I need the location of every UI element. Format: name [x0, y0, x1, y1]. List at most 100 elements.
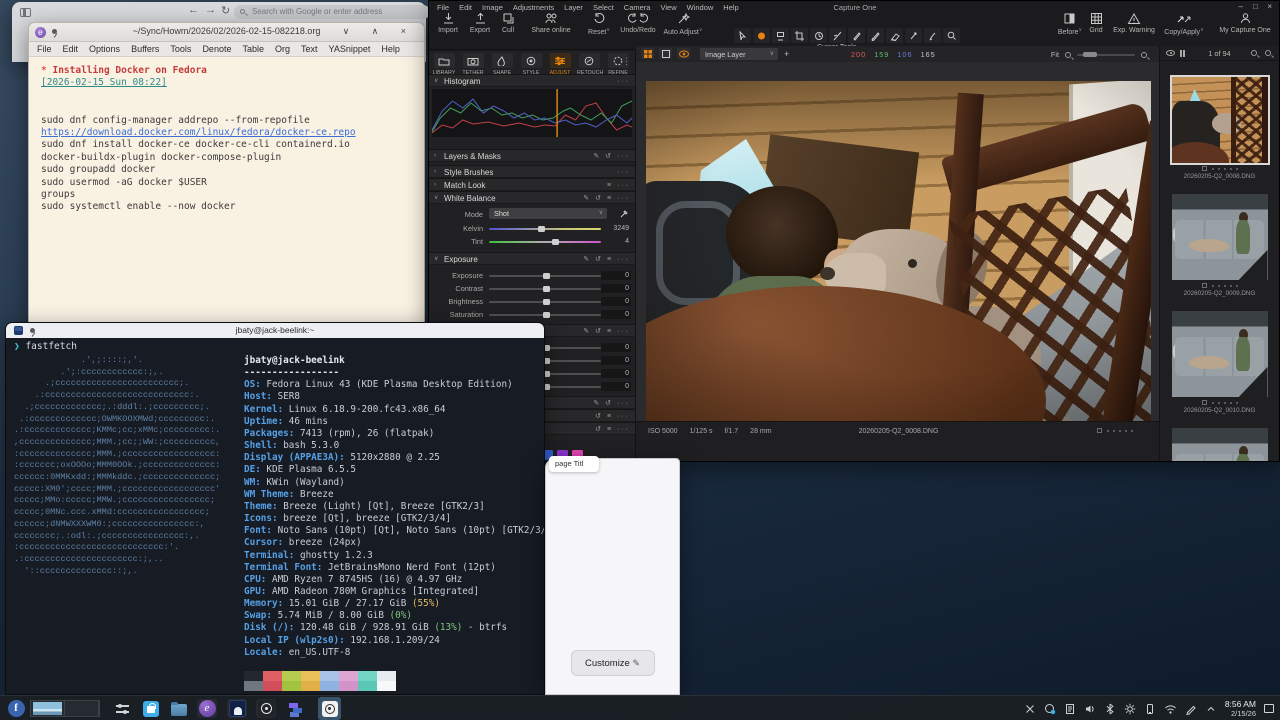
zoom-slider[interactable] [1077, 54, 1135, 56]
filter-loupe-icon[interactable] [1251, 50, 1257, 56]
thumbnail-item[interactable]: 20260205-Q2_0008.DNG [1168, 77, 1272, 180]
emacs-menu-item[interactable]: Options [89, 44, 120, 54]
minimize-button[interactable]: – [1239, 2, 1243, 11]
taskbar-blocks-app[interactable] [286, 699, 306, 718]
thumb-star-rating[interactable] [1212, 402, 1238, 404]
fit-label[interactable]: Fit [1051, 50, 1059, 59]
share-online-button[interactable]: Share online [525, 12, 577, 34]
emacs-menu-item[interactable]: Help [381, 44, 400, 54]
edit-icon[interactable]: ✎ [593, 153, 601, 160]
tray-clipboard-icon[interactable] [1064, 703, 1076, 715]
layer-grid-icon[interactable] [641, 48, 654, 59]
photo-main[interactable] [646, 81, 1151, 421]
thumb-checkbox[interactable] [1202, 283, 1207, 288]
taskbar-rings-app[interactable] [256, 699, 276, 718]
desktop-2[interactable] [65, 701, 99, 716]
thumbnail-item[interactable]: 20260205-Q2_0009.DNG [1168, 194, 1272, 297]
white-balance-header[interactable]: ∨White Balance✎ ↺ ≡ ··· [429, 191, 635, 204]
menu-item[interactable]: Layer [564, 3, 583, 12]
copy-apply-button[interactable]: Copy/Apply∨ [1161, 12, 1207, 36]
tab-shape[interactable]: SHAPE [489, 51, 515, 76]
slider-row[interactable]: Contrast0 [429, 282, 635, 295]
taskbar-capture-one-active[interactable] [318, 697, 341, 720]
cursor-tool-brush[interactable] [924, 28, 941, 43]
menu-item[interactable]: Help [723, 3, 738, 12]
thumb-checkbox[interactable] [1202, 166, 1207, 171]
tab-library[interactable]: LIBRARY [431, 51, 457, 76]
cursor-tool-erase-mask[interactable] [886, 28, 903, 43]
emacs-menu-item[interactable]: Org [275, 44, 290, 54]
virtual-desktop-pager[interactable] [30, 700, 100, 717]
browser-search-input[interactable]: Search with Google or enter address [234, 5, 430, 19]
slider-row[interactable]: Exposure0 [429, 269, 635, 282]
tab-retouch[interactable]: RETOUCH [576, 51, 602, 76]
terminal-content[interactable]: ❯ fastfetch .',;::::;,'. .';:ccccccccccc… [6, 338, 544, 695]
thumbnail-item[interactable]: 20260205-Q2_0010.DNG [1168, 311, 1272, 414]
close-button[interactable]: × [1267, 2, 1272, 11]
tab-tether[interactable]: TETHER [460, 51, 486, 76]
zoom-out-icon[interactable] [1065, 52, 1071, 58]
slider-row[interactable]: Saturation0 [429, 308, 635, 321]
tray-expand-icon[interactable] [1205, 703, 1217, 715]
sidebar-toggle-icon[interactable] [20, 8, 31, 17]
taskbar-ghostty[interactable] [227, 699, 247, 718]
desktop-1[interactable] [31, 701, 65, 716]
tray-volume-icon[interactable] [1084, 703, 1096, 715]
tray-tools-icon[interactable] [1024, 703, 1036, 715]
tab-adjust[interactable]: ADJUST [547, 51, 573, 76]
cursor-tool-clone[interactable] [772, 28, 789, 43]
menu-item[interactable]: Adjustments [513, 3, 554, 12]
match-look-header[interactable]: ›Match Look≡ ··· [429, 178, 635, 191]
tab-style[interactable]: STYLE [518, 51, 544, 76]
wb-kelvin-row[interactable]: Kelvin 3249 [429, 222, 635, 235]
more-icon[interactable]: ··· [617, 153, 630, 160]
photo-star-rating[interactable] [1107, 430, 1133, 432]
reset-icon[interactable]: ↺ [605, 153, 613, 160]
image-layer-dropdown[interactable]: Image Layer∨ [700, 48, 778, 60]
thumb-star-rating[interactable] [1212, 168, 1238, 170]
wb-mode-dropdown[interactable]: Shot∨ [489, 208, 607, 219]
menu-item[interactable]: Window [687, 3, 714, 12]
thumb-checkbox[interactable] [1202, 400, 1207, 405]
layer-visibility-icon[interactable] [677, 48, 690, 59]
cursor-tool-loupe[interactable] [943, 28, 960, 43]
cursor-tool-straighten[interactable] [829, 28, 846, 43]
maximize-button[interactable]: □ [1253, 2, 1258, 11]
thumbnail-item[interactable] [1168, 428, 1272, 461]
cursor-tool-heal[interactable] [905, 28, 922, 43]
emacs-titlebar[interactable]: e ~/Sync/Howm/2026/02/2026-02-15-082218.… [29, 23, 424, 42]
emacs-menu-item[interactable]: YASnippet [329, 44, 371, 54]
auto-adjust-button[interactable]: Auto Adjust∨ [663, 12, 703, 36]
cursor-tool-spot[interactable] [848, 28, 865, 43]
emacs-menu-item[interactable]: Denote [202, 44, 231, 54]
style-brushes-header[interactable]: ›Style Brushes··· [429, 165, 635, 178]
before-toggle[interactable]: Before∨ [1054, 12, 1086, 36]
exposure-header[interactable]: ∨Exposure✎ ↺ ≡ ··· [429, 252, 635, 265]
tray-stylus-icon[interactable] [1185, 703, 1197, 715]
tray-device-icon[interactable] [1144, 703, 1156, 715]
exposure-warning-toggle[interactable]: Exp. Warning [1109, 12, 1159, 34]
cursor-tool-crop[interactable] [791, 28, 808, 43]
taskbar-system-settings[interactable] [112, 699, 132, 718]
slider-row[interactable]: Brightness0 [429, 295, 635, 308]
photo-checkbox[interactable] [1097, 428, 1102, 433]
my-capture-one-button[interactable]: My Capture One [1214, 12, 1276, 34]
tray-status-icon[interactable] [1044, 703, 1056, 715]
cull-button[interactable]: Cull [495, 12, 521, 34]
add-layer-button[interactable]: + [784, 49, 789, 59]
forward-button[interactable]: → [205, 4, 216, 16]
import-button[interactable]: Import [433, 12, 463, 34]
zoom-in-icon[interactable] [1141, 52, 1147, 58]
menu-item[interactable]: File [437, 3, 449, 12]
menu-item[interactable]: Image [482, 3, 503, 12]
taskbar-dolphin[interactable] [169, 699, 189, 718]
cursor-tool-draw-mask[interactable] [867, 28, 884, 43]
page-dialog-tab[interactable]: page Titl [549, 456, 599, 472]
histogram-header[interactable]: ∨Histogram··· [429, 74, 635, 87]
emacs-menu-item[interactable]: Edit [63, 44, 79, 54]
grid-toggle[interactable]: Grid [1084, 12, 1108, 34]
search-loupe-icon[interactable] [1265, 50, 1271, 56]
wb-tint-row[interactable]: Tint 4 [429, 235, 635, 248]
taskbar-clock[interactable]: 8:56 AM2/15/26 [1225, 700, 1256, 718]
app-launcher-fedora[interactable]: f [6, 699, 26, 718]
